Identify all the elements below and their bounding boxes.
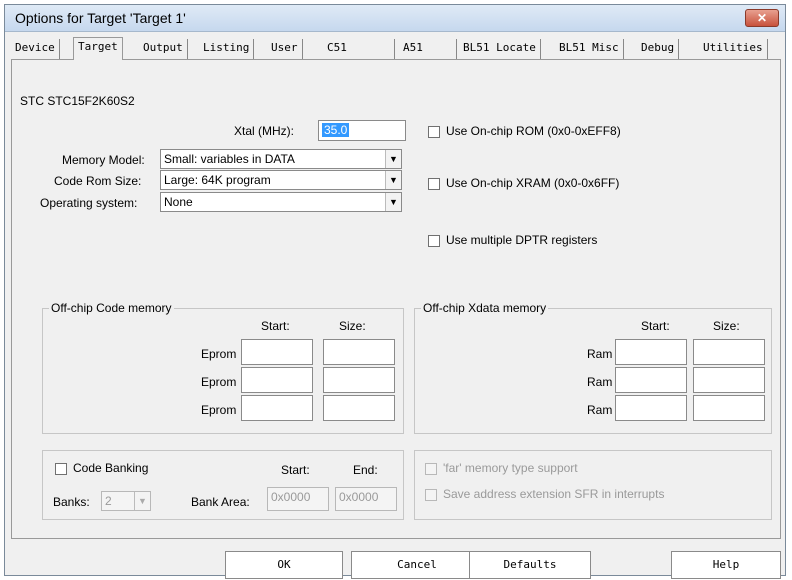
eprom-size-input[interactable] [323,339,395,365]
close-icon: ✕ [756,11,768,25]
tab-a51[interactable]: A51 [399,39,457,59]
offchip-code-memory-title: Off-chip Code memory [49,301,174,315]
code-size-header: Size: [339,319,366,333]
memory-model-label: Memory Model: [62,153,145,167]
code-banking-label: Code Banking [73,461,149,475]
far-memory-group: 'far' memory type support Save address e… [414,450,772,520]
ram-size-input[interactable] [693,367,765,393]
title-bar: Options for Target 'Target 1' ✕ [5,5,785,32]
memory-model-value: Small: variables in DATA [164,152,295,166]
tab-target[interactable]: Target [73,37,123,60]
eprom-label: Eprom [201,347,237,361]
code-banking-group: Code Banking Start: End: Banks: 2 ▼ Bank … [42,450,404,520]
code-rom-size-label: Code Rom Size: [54,174,142,188]
eprom-size-input[interactable] [323,395,395,421]
options-dialog: Options for Target 'Target 1' ✕ Device T… [4,4,786,579]
far-memory-label: 'far' memory type support [443,461,578,475]
save-sfr-checkbox[interactable] [425,489,437,501]
tab-user[interactable]: User [267,39,303,59]
use-onchip-rom-checkbox[interactable] [428,126,440,138]
code-start-header: Start: [261,319,290,333]
xtal-label: Xtal (MHz): [234,124,294,138]
chevron-down-icon: ▼ [385,171,401,189]
tab-utilities[interactable]: Utilities [699,39,768,59]
banks-select[interactable]: 2 ▼ [101,491,151,511]
ram-size-input[interactable] [693,339,765,365]
bank-start-header: Start: [281,463,310,477]
xdata-start-header: Start: [641,319,670,333]
tab-c51[interactable]: C51 [323,39,395,59]
window-title: Options for Target 'Target 1' [15,10,186,26]
bank-area-end-input[interactable]: 0x0000 [335,487,397,511]
tab-debug[interactable]: Debug [637,39,680,59]
xdata-size-header: Size: [713,319,740,333]
eprom-start-input[interactable] [241,395,313,421]
eprom-label: Eprom [201,403,237,417]
code-banking-checkbox[interactable] [55,463,67,475]
tab-output[interactable]: Output [139,39,188,59]
target-panel: STC STC15F2K60S2 Xtal (MHz): 35.0 Memory… [11,59,781,539]
ram-start-input[interactable] [615,395,687,421]
memory-model-select[interactable]: Small: variables in DATA ▼ [160,149,402,169]
offchip-xdata-memory-group: Off-chip Xdata memory Start: Size: Ram R… [414,301,772,434]
ram-start-input[interactable] [615,339,687,365]
chevron-down-icon: ▼ [385,193,401,211]
use-onchip-xram-label: Use On-chip XRAM (0x0-0x6FF) [446,176,620,190]
save-sfr-label: Save address extension SFR in interrupts [443,487,665,501]
tab-bl51-misc[interactable]: BL51 Misc [555,39,624,59]
tab-bl51-locate[interactable]: BL51 Locate [459,39,541,59]
offchip-code-memory-group: Off-chip Code memory Start: Size: Eprom … [42,301,404,434]
ram-label: Ram [587,347,613,361]
operating-system-value: None [164,195,193,209]
help-button[interactable]: Help [671,551,781,579]
xtal-input[interactable]: 35.0 [318,120,406,141]
defaults-button[interactable]: Defaults [469,551,591,579]
code-rom-size-value: Large: 64K program [164,173,271,187]
use-onchip-rom-label: Use On-chip ROM (0x0-0xEFF8) [446,124,621,138]
ram-label: Ram [587,375,613,389]
tab-device[interactable]: Device [11,39,60,59]
ram-size-input[interactable] [693,395,765,421]
chevron-down-icon: ▼ [134,492,150,510]
operating-system-label: Operating system: [40,196,138,210]
eprom-label: Eprom [201,375,237,389]
tab-listing[interactable]: Listing [199,39,255,59]
eprom-size-input[interactable] [323,367,395,393]
tab-strip: Device Target Output Listing User C51 A5… [11,37,781,60]
device-name: STC STC15F2K60S2 [20,94,135,108]
ram-start-input[interactable] [615,367,687,393]
code-rom-size-select[interactable]: Large: 64K program ▼ [160,170,402,190]
bank-end-header: End: [353,463,378,477]
use-onchip-xram-checkbox[interactable] [428,178,440,190]
close-button[interactable]: ✕ [745,9,779,27]
ok-button[interactable]: OK [225,551,343,579]
far-memory-checkbox[interactable] [425,463,437,475]
operating-system-select[interactable]: None ▼ [160,192,402,212]
use-multiple-dptr-label: Use multiple DPTR registers [446,233,598,247]
bank-area-label: Bank Area: [191,495,250,509]
ram-label: Ram [587,403,613,417]
eprom-start-input[interactable] [241,367,313,393]
chevron-down-icon: ▼ [385,150,401,168]
xtal-value: 35.0 [322,123,350,137]
use-multiple-dptr-checkbox[interactable] [428,235,440,247]
banks-label: Banks: [53,495,90,509]
banks-value: 2 [105,494,112,508]
eprom-start-input[interactable] [241,339,313,365]
bank-area-start-input[interactable]: 0x0000 [267,487,329,511]
cancel-button[interactable]: Cancel [351,551,483,579]
offchip-xdata-memory-title: Off-chip Xdata memory [421,301,549,315]
